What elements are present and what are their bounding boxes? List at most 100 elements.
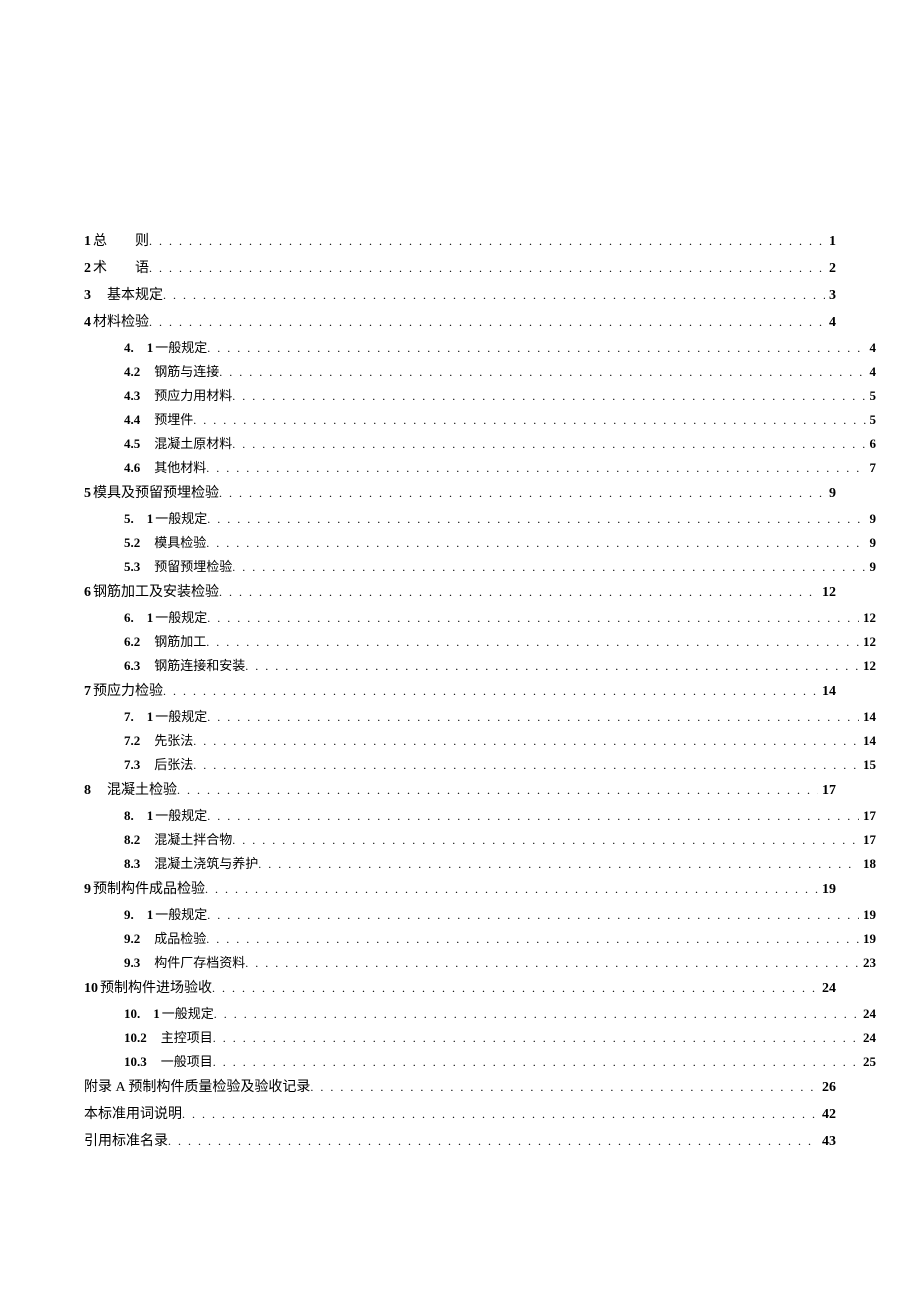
toc-page-number: 12 xyxy=(859,606,876,629)
toc-leader xyxy=(232,829,859,852)
toc-number: 7. 1 xyxy=(124,709,155,724)
toc-number: 5.2 xyxy=(124,535,142,550)
toc-number: 10. 1 xyxy=(124,1006,162,1021)
toc-entry: 5模具及预留预埋检验9 xyxy=(84,480,836,507)
toc-label: 7.3后张法 xyxy=(124,753,193,776)
toc-label: 3 基本规定 xyxy=(84,283,163,309)
toc-title: 后张法 xyxy=(142,757,193,772)
toc-page-number: 12 xyxy=(859,654,876,677)
toc-number: 6.3 xyxy=(124,658,142,673)
toc-entry: 4. 1一般规定4 xyxy=(124,336,876,360)
toc-title: 一般项目 xyxy=(149,1054,213,1069)
toc-leader xyxy=(245,952,859,975)
toc-title: 一般规定 xyxy=(162,1006,214,1021)
toc-number: 3 xyxy=(84,288,93,303)
toc-entry: 5.2模具检验9 xyxy=(124,531,876,555)
toc-label: 1总 则 xyxy=(84,229,149,255)
toc-title: 钢筋加工及安装检验 xyxy=(93,585,219,600)
toc-number: 7.3 xyxy=(124,757,142,772)
toc-label: 7. 1一般规定 xyxy=(124,705,207,728)
toc-number: 10 xyxy=(84,981,100,996)
toc-title: 预制构件成品检验 xyxy=(93,882,205,897)
toc-entry: 7预应力检验14 xyxy=(84,678,836,705)
toc-entry: 8.3混凝土浇筑与养护18 xyxy=(124,852,876,876)
toc-entry: 4.4预埋件5 xyxy=(124,408,876,432)
toc-entry: 5.3预留预埋检验9 xyxy=(124,555,876,579)
toc-entry: 附录 A 预制构件质量检验及验收记录26 xyxy=(84,1074,836,1101)
toc-number: 9 xyxy=(84,882,93,897)
toc-entry: 6. 1一般规定 12 xyxy=(124,606,876,630)
toc-number: 4 xyxy=(84,315,93,330)
toc-leader xyxy=(219,480,825,506)
toc-title: 混凝土原材料 xyxy=(142,436,232,451)
toc-number: 4. 1 xyxy=(124,340,155,355)
toc-label: 9.3构件厂存档资料 xyxy=(124,951,245,974)
toc-label: 2术 语 xyxy=(84,256,149,282)
toc-leader xyxy=(214,1003,859,1026)
toc-number: 4.4 xyxy=(124,412,142,427)
toc-title: 预制构件进场验收 xyxy=(100,981,212,996)
toc-title: 引用标准名录 xyxy=(84,1134,168,1149)
toc-title: 钢筋加工 xyxy=(142,634,206,649)
toc-page-number: 18 xyxy=(859,852,876,875)
toc-page-number: 19 xyxy=(859,903,876,926)
toc-title: 一般规定 xyxy=(155,808,207,823)
toc-leader xyxy=(149,255,825,281)
toc-leader xyxy=(213,1051,859,1074)
toc-label: 6. 1一般规定 xyxy=(124,606,207,629)
toc-page-number: 9 xyxy=(825,481,836,507)
toc-title: 预埋件 xyxy=(142,412,193,427)
toc-label: 7预应力检验 xyxy=(84,679,163,705)
toc-label: 4.2钢筋与连接 xyxy=(124,360,219,383)
toc-number: 4.6 xyxy=(124,460,142,475)
toc-entry: 1总 则1 xyxy=(84,228,836,255)
toc-page-number: 12 xyxy=(818,580,836,606)
toc-page-number: 6 xyxy=(866,432,877,455)
toc-leader xyxy=(207,805,859,828)
toc-label: 9. 1一般规定 xyxy=(124,903,207,926)
toc-label: 10.2主控项目 xyxy=(124,1026,213,1049)
toc-entry: 4.3预应力用材料5 xyxy=(124,384,876,408)
toc-page-number: 14 xyxy=(859,705,876,728)
toc-page-number: 2 xyxy=(825,256,836,282)
toc-leader xyxy=(219,361,865,384)
toc-entry: 4材料检验4 xyxy=(84,309,836,336)
toc-page-number: 17 xyxy=(818,778,836,804)
toc-number: 5 xyxy=(84,486,93,501)
toc-number: 9.3 xyxy=(124,955,142,970)
toc-label: 4.5混凝土原材料 xyxy=(124,432,232,455)
toc-entry: 9.2成品检验19 xyxy=(124,927,876,951)
toc-number: 10.3 xyxy=(124,1054,149,1069)
toc-number: 5. 1 xyxy=(124,511,155,526)
toc-page-number: 5 xyxy=(866,384,877,407)
toc-number: 4.3 xyxy=(124,388,142,403)
toc-page-number: 17 xyxy=(859,804,876,827)
toc-page-number: 9 xyxy=(866,555,877,578)
toc-label: 9预制构件成品检验 xyxy=(84,877,205,903)
toc-leader xyxy=(207,607,859,630)
toc-entry: 10.3一般项目25 xyxy=(124,1050,876,1074)
toc-number: 1 xyxy=(84,234,93,249)
toc-entry: 引用标准名录43 xyxy=(84,1128,836,1155)
toc-leader xyxy=(232,556,865,579)
toc-label: 5.2模具检验 xyxy=(124,531,206,554)
toc-number: 9. 1 xyxy=(124,907,155,922)
toc-entry: 10. 1一般规定24 xyxy=(124,1002,876,1026)
toc-label: 附录 A 预制构件质量检验及验收记录 xyxy=(84,1075,310,1101)
toc-leader xyxy=(193,730,859,753)
toc-leader xyxy=(206,631,859,654)
toc-number: 7 xyxy=(84,684,93,699)
toc-entry: 9. 1一般规定 19 xyxy=(124,903,876,927)
toc-leader xyxy=(207,508,865,531)
toc-label: 4材料检验 xyxy=(84,310,149,336)
toc-entry: 4.5混凝土原材料 6 xyxy=(124,432,876,456)
toc-page-number: 19 xyxy=(859,927,876,950)
toc-leader xyxy=(245,655,859,678)
toc-label: 5. 1一般规定 xyxy=(124,507,207,530)
toc-number: 6.2 xyxy=(124,634,142,649)
toc-leader xyxy=(219,579,818,605)
toc-number: 2 xyxy=(84,261,93,276)
toc-label: 4.4预埋件 xyxy=(124,408,193,431)
toc-page-number: 4 xyxy=(825,310,836,336)
toc-leader xyxy=(213,1027,859,1050)
